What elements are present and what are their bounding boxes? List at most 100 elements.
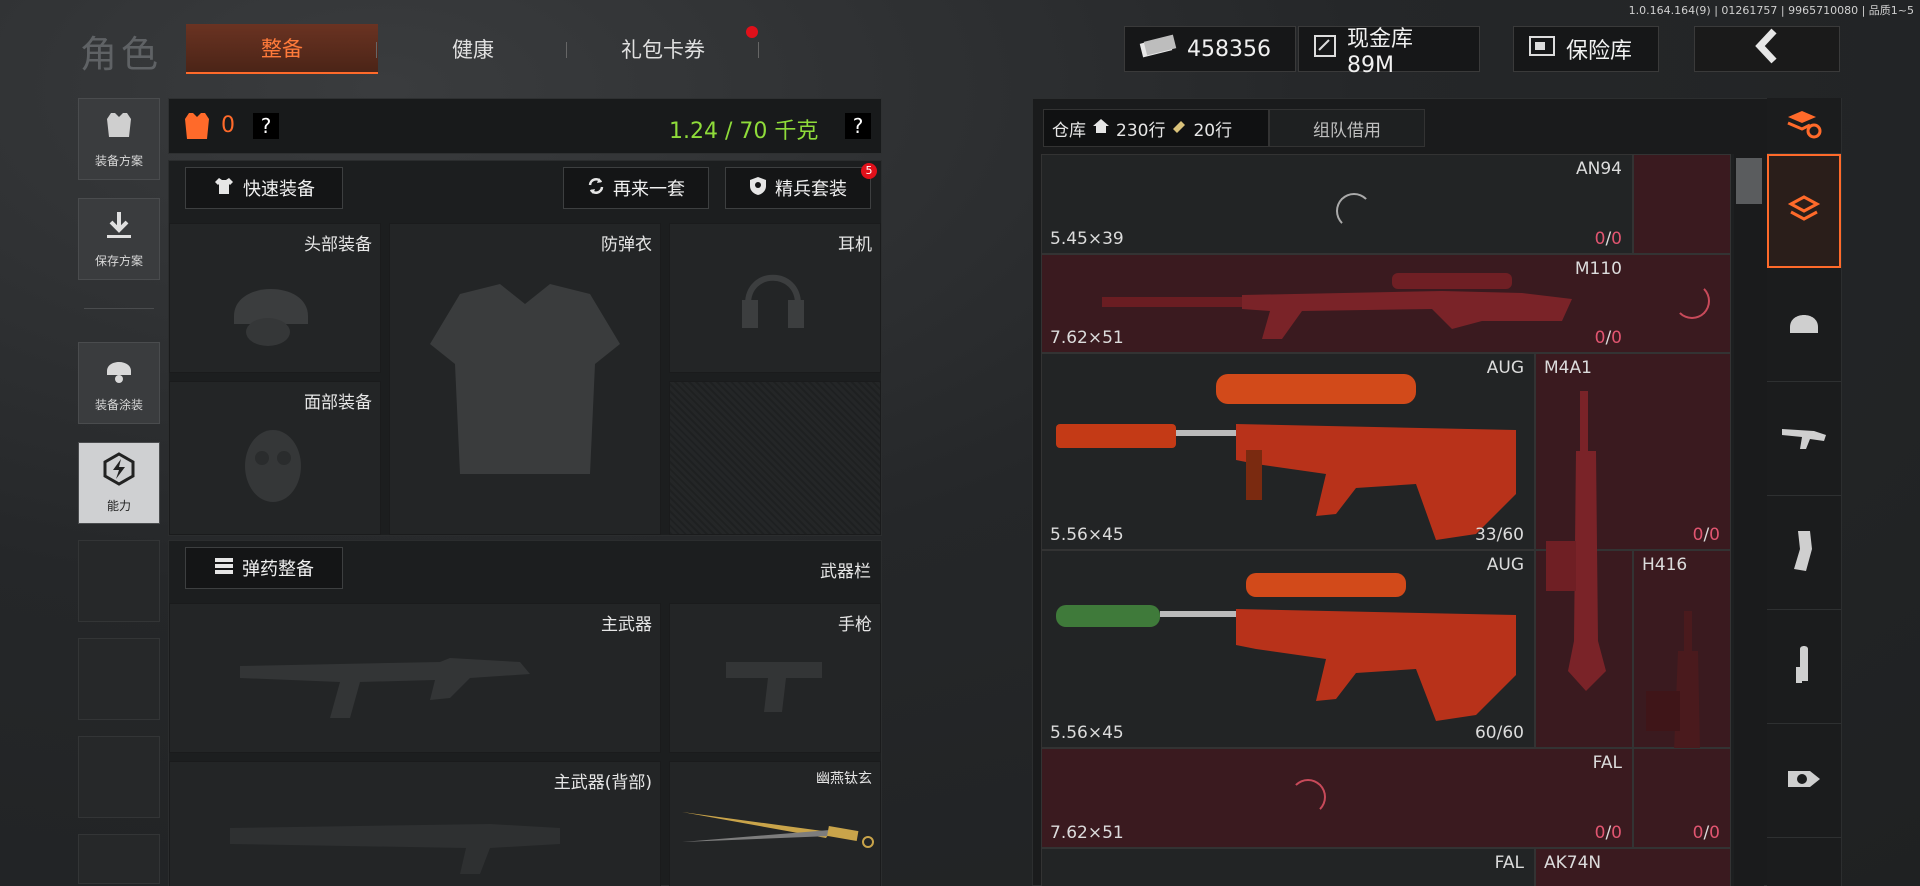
empty-red-cell: [1633, 154, 1731, 254]
tab-gift-coupons[interactable]: 礼包卡券: [568, 24, 758, 74]
melee-slot[interactable]: 幽燕钛玄: [669, 761, 881, 886]
pistol-silhouette-icon: [726, 656, 826, 720]
scrollbar-thumb[interactable]: [1736, 158, 1762, 204]
ability-button[interactable]: 能力: [78, 442, 160, 524]
head-slot[interactable]: 头部装备: [169, 223, 381, 373]
mask-silhouette-icon: [238, 426, 308, 510]
elite-badge: 5: [861, 163, 877, 179]
item-ammo: 0/0: [1594, 823, 1622, 843]
item-fal[interactable]: FAL: [1041, 848, 1535, 886]
storage-tab-label: 仓库: [1052, 120, 1086, 141]
aug-rifle-image: [1056, 364, 1526, 548]
vest-silhouette-icon: [420, 274, 630, 498]
item-caliber: 5.56×45: [1050, 723, 1124, 743]
filter-attachment-button[interactable]: [1767, 724, 1841, 838]
back-button[interactable]: [1694, 26, 1840, 72]
tab-label: 健康: [452, 38, 494, 62]
aug-rifle-image: [1056, 565, 1526, 749]
item-name: FAL: [1592, 753, 1622, 773]
ammo-stack-icon: [214, 557, 234, 580]
item-an94[interactable]: AN94 5.45×39 0/0: [1041, 154, 1633, 254]
cash-vault-button[interactable]: 现金库 89M: [1298, 26, 1480, 78]
slot-label: 手枪: [838, 615, 872, 635]
vault-icon: [1313, 34, 1337, 64]
tab-loadout[interactable]: 整备: [186, 24, 378, 74]
category-rail: [1767, 98, 1841, 886]
safe-icon: [1528, 35, 1556, 63]
face-slot[interactable]: 面部装备: [169, 381, 381, 535]
filter-magazine-button[interactable]: [1767, 496, 1841, 610]
item-aug[interactable]: AUG 5.56×45 60/60: [1041, 550, 1535, 748]
home-rows: 230行: [1116, 120, 1166, 141]
ammo-prep-button[interactable]: 弹药整备: [185, 547, 343, 589]
helmet-silhouette-icon: [226, 270, 316, 354]
page-title: 角色: [80, 33, 162, 76]
primary-back-slot[interactable]: 主武器(背部): [169, 761, 661, 886]
shield-icon: [749, 176, 767, 201]
item-fal[interactable]: FAL 7.62×51 0/0: [1041, 748, 1633, 848]
armor-icon: [183, 111, 211, 145]
item-m110[interactable]: M110 7.62×51 0/0: [1041, 254, 1731, 353]
item-name: FAL: [1494, 853, 1524, 873]
slot-label: 耳机: [838, 235, 872, 255]
tab-team-borrow[interactable]: 组队借用: [1269, 109, 1425, 147]
quick-equip-label: 快速装备: [243, 179, 315, 200]
item-ak74n[interactable]: AK74N: [1535, 848, 1731, 886]
save-plan-button[interactable]: 保存方案: [78, 198, 160, 280]
magazine-icon: [1792, 529, 1816, 577]
warehouse-grid: AN94 5.45×39 0/0 M110 7.62×51 0/0 AUG 5.…: [1041, 154, 1735, 886]
help-button[interactable]: ?: [253, 113, 279, 139]
sort-refresh-button[interactable]: [1767, 98, 1841, 154]
filter-weapon-button[interactable]: [1767, 382, 1841, 496]
all-items-icon: [1787, 192, 1821, 230]
scope-icon: [1786, 763, 1822, 799]
helmet-paint-icon: [102, 353, 136, 388]
item-aug[interactable]: AUG 5.56×45 33/60: [1041, 353, 1535, 550]
m4a1-continuation: [1535, 391, 1633, 748]
warehouse-scrollbar[interactable]: [1734, 154, 1764, 886]
item-name: AK74N: [1544, 853, 1602, 873]
insurance-vault-button[interactable]: 保险库: [1513, 26, 1659, 72]
item-ammo: 0/0: [1692, 823, 1720, 843]
slot-label: 面部装备: [304, 393, 372, 413]
filter-ammo-button[interactable]: [1767, 610, 1841, 724]
filter-all-button[interactable]: [1767, 154, 1841, 268]
pistol-slot[interactable]: 手枪: [669, 603, 881, 753]
elite-set-button[interactable]: 精兵套装: [725, 167, 871, 209]
ear-slot[interactable]: 耳机: [669, 223, 881, 373]
tab-storage[interactable]: 仓库 230行 20行: [1043, 109, 1269, 147]
rifle-icon: [1780, 423, 1828, 455]
loadout-header: 0 ? 1.24 / 70 千克 ?: [168, 98, 882, 154]
lightning-hex-icon: [102, 452, 136, 489]
loading-spinner: [1290, 779, 1326, 815]
loadout-plan-button[interactable]: 装备方案: [78, 98, 160, 180]
ammo-prep-label: 弹药整备: [242, 559, 314, 580]
money-value: 458356: [1187, 36, 1271, 62]
h416-vertical-image: [1644, 611, 1724, 755]
tab-label: 礼包卡券: [621, 38, 705, 62]
rail-divider: [84, 308, 154, 309]
slot-label: 主武器(背部): [553, 773, 652, 793]
quick-equip-button[interactable]: 快速装备: [185, 167, 343, 209]
elite-set-label: 精兵套装: [775, 179, 847, 200]
vest-slot[interactable]: 防弹衣: [389, 223, 661, 535]
primary-weapon-slot[interactable]: 主武器: [169, 603, 661, 753]
slot-label: 主武器: [601, 615, 652, 635]
equipment-paint-button[interactable]: 装备涂装: [78, 342, 160, 424]
weight-help-button[interactable]: ?: [845, 113, 871, 139]
item-h416[interactable]: H416: [1633, 550, 1731, 751]
cash-icon: [1139, 34, 1177, 64]
tab-health[interactable]: 健康: [378, 24, 568, 74]
item-caliber: 5.45×39: [1050, 229, 1124, 249]
empty-rail-slot: [78, 834, 160, 884]
headset-silhouette-icon: [738, 264, 808, 348]
rail-label: 保存方案: [94, 254, 143, 268]
slot-label: 防弹衣: [601, 235, 652, 255]
helmet-icon: [1786, 307, 1822, 343]
reroll-button[interactable]: 再来一套: [563, 167, 709, 209]
empty-rail-slot: [78, 638, 160, 720]
insurance-label: 保险库: [1566, 39, 1633, 64]
filter-armor-button[interactable]: [1767, 268, 1841, 382]
locked-slot: [669, 381, 881, 535]
rail-label: 装备涂装: [94, 398, 143, 412]
